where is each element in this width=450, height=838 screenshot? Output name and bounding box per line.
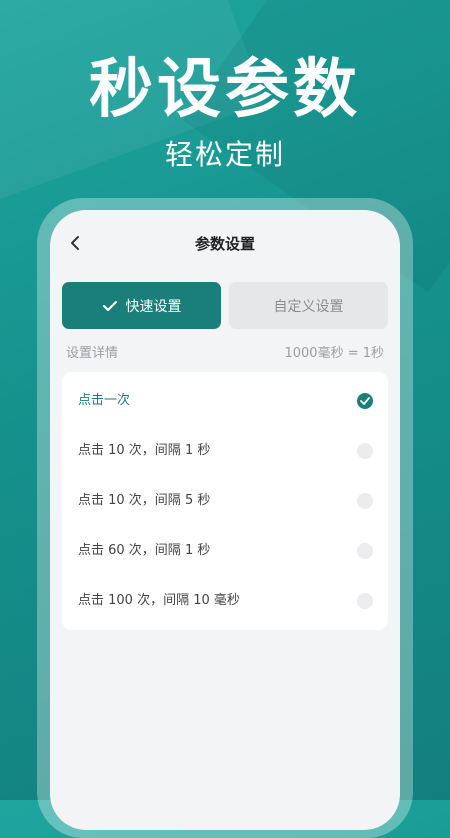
unit-note: 1000毫秒 = 1秒: [284, 346, 384, 361]
page-title: 参数设置: [194, 235, 255, 253]
radio-unchecked-icon[interactable]: [357, 543, 373, 559]
radio-unchecked-icon[interactable]: [357, 593, 373, 609]
details-label: 设置详情: [66, 346, 119, 361]
option-label: 点击一次: [78, 393, 131, 408]
option-item-100x-10ms[interactable]: 点击 100 次，间隔 10 毫秒: [62, 576, 388, 626]
hero-subtitle: 轻松定制: [164, 138, 285, 171]
option-list: 点击一次 点击 10 次，间隔 1 秒 点击 10 次，间隔 5 秒 点击 60…: [62, 372, 388, 630]
nav-bar: 参数设置: [50, 210, 400, 278]
option-item-60x-1s[interactable]: 点击 60 次，间隔 1 秒: [62, 526, 388, 576]
option-item-click-once[interactable]: 点击一次: [62, 376, 388, 426]
details-row: 设置详情 1000毫秒 = 1秒: [66, 342, 384, 361]
option-label: 点击 10 次，间隔 5 秒: [78, 493, 211, 508]
tab-label: 快速设置: [125, 298, 182, 315]
radio-unchecked-icon[interactable]: [357, 493, 373, 509]
option-item-10x-1s[interactable]: 点击 10 次，间隔 1 秒: [62, 426, 388, 476]
check-icon: [102, 300, 117, 311]
tab-label: 自定义设置: [273, 298, 344, 315]
mode-tabs: 快速设置 自定义设置: [62, 282, 388, 329]
option-label: 点击 60 次，间隔 1 秒: [78, 543, 211, 558]
option-label: 点击 100 次，间隔 10 毫秒: [78, 593, 240, 608]
hero-title: 秒设参数: [89, 53, 361, 127]
phone-screen: 参数设置 快速设置 自定义设置 设置详情 1000毫秒 = 1秒 点击一次 点击…: [50, 210, 400, 830]
radio-unchecked-icon[interactable]: [357, 443, 373, 459]
option-label: 点击 10 次，间隔 1 秒: [78, 443, 211, 458]
option-item-10x-5s[interactable]: 点击 10 次，间隔 5 秒: [62, 476, 388, 526]
radio-checked-icon[interactable]: [357, 393, 373, 409]
tab-custom-settings[interactable]: 自定义设置: [229, 282, 388, 329]
tab-quick-settings[interactable]: 快速设置: [62, 282, 221, 329]
